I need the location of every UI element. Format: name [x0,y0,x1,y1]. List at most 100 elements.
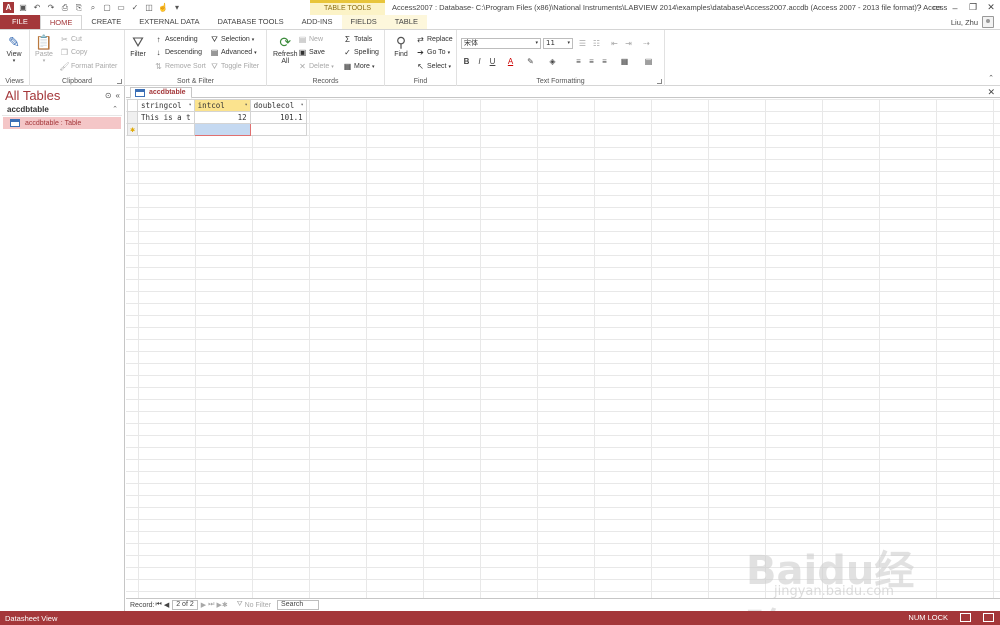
nav-group-header[interactable]: accdbtable ⌃ [2,105,122,116]
user-account[interactable]: Liu, Zhu [951,15,994,29]
paste-button[interactable]: 📋 Paste ▾ [35,33,53,65]
no-filter-label[interactable]: No Filter [245,602,271,609]
spelling-button[interactable]: ✓ Spelling [343,47,379,58]
save-record-button[interactable]: ▣ Save [298,47,325,58]
decrease-indent-icon[interactable]: ⇤ [609,38,620,49]
ascending-button[interactable]: ↑ Ascending [154,34,198,45]
cell-intcol[interactable]: 12 [193,111,251,124]
open-icon[interactable]: ▭ [116,3,126,13]
tab-create[interactable]: CREATE [82,15,130,29]
fill-color-icon[interactable]: ◈ [547,56,558,67]
previous-record-icon[interactable]: ◀ [164,601,169,609]
touch-mode-icon[interactable]: ☝ [158,3,168,13]
align-center-icon[interactable]: ≡ [586,56,597,67]
new-icon[interactable]: ▢ [102,3,112,13]
tab-external-data[interactable]: EXTERNAL DATA [130,15,208,29]
remove-sort-button[interactable]: ⇅ Remove Sort [154,61,206,72]
increase-indent-icon[interactable]: ⇥ [623,38,634,49]
tab-database-tools[interactable]: DATABASE TOOLS [209,15,293,29]
advanced-button[interactable]: ▤ Advanced ▾ [210,47,257,58]
close-document-icon[interactable]: ✕ [987,87,995,98]
chevron-down-icon[interactable]: ▾ [245,102,248,108]
copy-button[interactable]: ❐ Copy [60,47,87,58]
view-button[interactable]: ✎ View ▾ [5,33,23,65]
mode-icon[interactable]: ◫ [144,3,154,13]
font-name-select[interactable]: 宋体 ▾ [461,38,541,49]
highlight-icon[interactable]: ✎ [525,56,536,67]
datasheet-view-icon[interactable] [960,613,971,622]
customize-qat-icon[interactable]: ▾ [172,3,182,13]
current-record-input[interactable]: 2 of 2 [172,600,198,610]
new-cell-intcol[interactable] [193,123,251,136]
nav-pane-title[interactable]: All Tables [5,88,60,103]
ribbon-display-options-icon[interactable]: ▭ [928,0,946,15]
gridlines-icon[interactable]: ▦ [619,56,630,67]
nav-item-accdbtable[interactable]: accdbtable : Table [3,117,121,129]
datasheet[interactable]: stringcol ▾ intcol ▾ doublecol ▾ This is a … [126,99,1000,598]
refresh-all-button[interactable]: ⟳ Refresh All [273,33,298,66]
text-formatting-launcher-icon[interactable] [657,79,662,84]
column-header-doublecol[interactable]: doublecol ▾ [249,99,307,112]
quick-print-icon[interactable]: ⎘ [74,3,84,13]
record-selector[interactable] [127,111,138,124]
doc-tab-accdbtable[interactable]: accdbtable [130,87,192,99]
toggle-filter-button[interactable]: ⛛ Toggle Filter [210,61,259,72]
new-record-nav-icon[interactable]: ▶✱ [216,601,227,609]
cell-stringcol[interactable]: This is a t [137,111,195,124]
chevron-down-icon[interactable]: ▾ [301,102,304,108]
spelling-icon[interactable]: ✓ [130,3,140,13]
font-size-select[interactable]: 11 ▾ [543,38,573,49]
chevron-down-icon[interactable]: ▾ [189,102,192,108]
print-preview-icon[interactable]: ⌕ [88,3,98,13]
new-record-button[interactable]: ▤ New [298,34,323,45]
tab-home[interactable]: HOME [39,15,83,29]
first-record-icon[interactable]: ⏮ [156,601,162,609]
bullets-icon[interactable]: ☰ [577,38,588,49]
filter-status-icon[interactable]: ⛛ [237,601,243,609]
find-button[interactable]: ⚲ Find [392,33,410,59]
goto-button[interactable]: ➔ Go To ▾ [416,47,450,58]
nav-menu-dropdown-icon[interactable]: ⊙ [105,91,112,100]
new-record-star-icon[interactable]: ✱ [127,123,138,136]
cell-doublecol[interactable]: 101.1 [249,111,307,124]
align-left-icon[interactable]: ≡ [573,56,584,67]
minimize-icon[interactable]: – [946,0,964,15]
next-record-icon[interactable]: ▶ [201,601,206,609]
numbering-icon[interactable]: ☷ [591,38,602,49]
search-input[interactable]: Search [277,600,320,610]
close-icon[interactable]: ✕ [982,0,1000,15]
italic-icon[interactable]: I [474,56,485,67]
new-cell-stringcol[interactable] [137,123,195,136]
redo-icon[interactable]: ↷ [46,3,56,13]
design-view-icon[interactable] [983,613,994,622]
delete-record-button[interactable]: ✕ Delete ▾ [298,61,334,72]
cut-button[interactable]: ✂ Cut [60,34,82,45]
tab-file[interactable]: FILE [0,15,40,29]
shutter-bar-close-icon[interactable]: « [116,91,120,100]
tab-fields[interactable]: FIELDS [341,15,386,29]
bold-icon[interactable]: B [461,56,472,67]
descending-button[interactable]: ↓ Descending [154,47,202,58]
collapse-group-icon[interactable]: ⌃ [112,105,118,113]
last-record-icon[interactable]: ⏭ [208,601,214,609]
collapse-ribbon-icon[interactable]: ⌃ [988,74,994,82]
tab-table[interactable]: TABLE [385,15,427,29]
filter-button[interactable]: ⛛ Filter [129,33,147,59]
save-icon[interactable]: ▣ [18,3,28,13]
alternate-row-color-icon[interactable]: ▤ [643,56,654,67]
print-icon[interactable]: ⎙ [60,3,70,13]
avatar[interactable] [982,16,994,28]
undo-icon[interactable]: ↶ [32,3,42,13]
select-button[interactable]: ↖ Select ▾ [416,61,451,72]
text-direction-icon[interactable]: ⇢ [641,38,652,49]
column-header-intcol[interactable]: intcol ▾ [193,99,251,112]
restore-icon[interactable]: ❐ [964,0,982,15]
tab-add-ins[interactable]: ADD-INS [293,15,342,29]
select-all-cell[interactable] [127,99,138,112]
more-button[interactable]: ▦ More ▾ [343,61,375,72]
column-header-stringcol[interactable]: stringcol ▾ [137,99,195,112]
selection-button[interactable]: ⛛ Selection ▾ [210,34,254,45]
align-right-icon[interactable]: ≡ [599,56,610,67]
totals-button[interactable]: Σ Totals [343,34,372,45]
clipboard-launcher-icon[interactable] [117,79,122,84]
